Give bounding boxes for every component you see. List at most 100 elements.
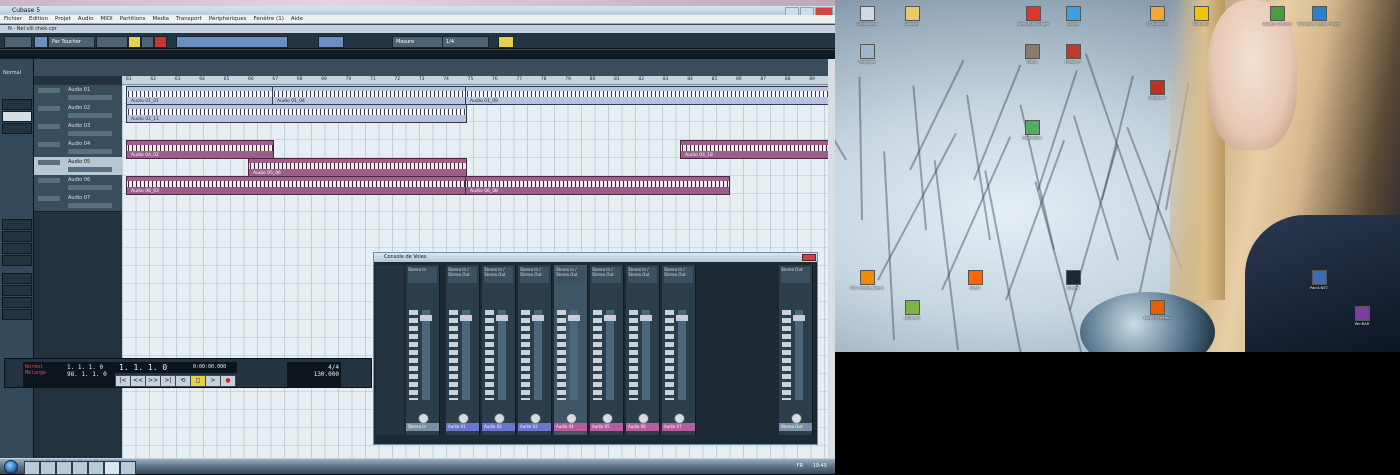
inspector-section-tab[interactable] <box>2 309 32 320</box>
volume-fader-track[interactable] <box>422 310 430 400</box>
color-tool-button[interactable] <box>498 36 514 48</box>
channel-routing[interactable]: Stereo In / Stereo Out <box>556 267 585 283</box>
menu-item[interactable]: Fenêtre (1) <box>254 15 284 23</box>
volume-fader-track[interactable] <box>642 310 650 400</box>
taskbar-app-icon[interactable] <box>72 461 88 475</box>
volume-fader-track[interactable] <box>795 310 803 400</box>
desktop-shortcut[interactable]: Cubase 5 <box>1135 80 1179 110</box>
desktop-shortcut[interactable]: Nero StartSmart <box>1011 6 1055 36</box>
view-buttons[interactable] <box>4 36 32 48</box>
volume-fader-handle[interactable] <box>640 315 652 321</box>
desktop-shortcut[interactable]: Winamp <box>1179 6 1223 36</box>
cycle-button[interactable] <box>128 36 141 48</box>
desktop-shortcut[interactable]: Picasa 3 <box>1051 44 1095 74</box>
volume-fader-handle[interactable] <box>496 315 508 321</box>
volume-fader-handle[interactable] <box>420 315 432 321</box>
channel-buttons[interactable] <box>782 310 791 400</box>
channel-routing[interactable]: Stereo In <box>408 267 437 283</box>
track-header[interactable]: Audio 04 <box>34 139 122 158</box>
desktop-shortcut[interactable]: Photofiltre <box>1010 120 1054 150</box>
vertical-scrollbar[interactable] <box>828 59 835 458</box>
track-mute-solo-buttons[interactable] <box>38 142 60 147</box>
tray-language[interactable]: FR <box>797 463 803 469</box>
track-name[interactable]: Audio 01 <box>68 87 90 93</box>
inspector-section-tab[interactable] <box>2 219 32 230</box>
channel-routing[interactable]: Stereo In / Stereo Out <box>448 267 477 283</box>
channel-buttons[interactable] <box>485 310 494 400</box>
desktop-shortcut[interactable]: Paint.NET <box>1297 270 1341 300</box>
channel-name[interactable]: Audio 07 <box>662 423 695 431</box>
inspector-section-tab[interactable] <box>2 243 32 254</box>
volume-fader-track[interactable] <box>678 310 686 400</box>
volume-fader-track[interactable] <box>570 310 578 400</box>
channel-name[interactable]: Audio 06 <box>626 423 659 431</box>
menu-item[interactable]: Partitions <box>120 15 146 23</box>
inspector-section-tab[interactable] <box>2 255 32 266</box>
channel-routing[interactable]: Stereo In / Stereo Out <box>592 267 621 283</box>
channel-buttons[interactable] <box>557 310 566 400</box>
channel-name[interactable]: Audio 01 <box>446 423 479 431</box>
position-display[interactable]: 1. 1. 1. 0 <box>115 362 191 373</box>
inspector-section-tab[interactable] <box>2 111 32 122</box>
menu-item[interactable]: Audio <box>78 15 94 23</box>
play-button[interactable]: > <box>205 375 221 387</box>
inspector-section-tab[interactable] <box>2 285 32 296</box>
track-header[interactable]: Audio 01 <box>34 85 122 104</box>
channel-name[interactable]: Audio 03 <box>518 423 551 431</box>
audio-event[interactable]: Audio 01_04 <box>272 86 467 105</box>
audio-event[interactable]: Audio 01_01 <box>126 86 274 105</box>
track-header[interactable]: Audio 05 <box>34 157 122 176</box>
channel-buttons[interactable] <box>629 310 638 400</box>
track-name[interactable]: Audio 03 <box>68 123 90 129</box>
audio-event[interactable]: Audio 06_03 <box>126 176 467 195</box>
stop-button[interactable]: ◻ <box>190 375 206 387</box>
channel-name[interactable]: Audio 05 <box>590 423 623 431</box>
volume-fader-handle[interactable] <box>676 315 688 321</box>
start-button[interactable] <box>4 460 18 474</box>
volume-fader-handle[interactable] <box>532 315 544 321</box>
quantize-select[interactable]: 1/4 <box>442 36 489 48</box>
automation-mode-icon[interactable] <box>34 36 48 48</box>
audio-event[interactable]: Audio 02_11 <box>126 104 467 123</box>
desktop-shortcut[interactable]: Ordinateur <box>845 6 889 36</box>
menu-item[interactable]: Projet <box>55 15 71 23</box>
track-header[interactable]: Audio 07 <box>34 193 122 212</box>
tool-buttons[interactable] <box>176 36 288 48</box>
track-name[interactable]: Audio 07 <box>68 195 90 201</box>
track-record-monitor-buttons[interactable] <box>68 203 112 208</box>
channel-name[interactable]: Audio 02 <box>482 423 515 431</box>
desktop-shortcut[interactable]: WinRAR <box>1340 306 1384 336</box>
audio-event[interactable]: Audio 04_02 <box>126 140 274 159</box>
transport-mini-buttons[interactable] <box>96 36 128 48</box>
audio-event[interactable]: Audio 05_06 <box>248 158 467 177</box>
track-name[interactable]: Audio 02 <box>68 105 90 111</box>
taskbar-explorer-icon[interactable] <box>40 461 56 475</box>
volume-fader-handle[interactable] <box>568 315 580 321</box>
channel-buttons[interactable] <box>409 310 418 400</box>
track-name[interactable]: Audio 05 <box>68 159 90 165</box>
track-record-monitor-buttons[interactable] <box>68 185 112 190</box>
desktop-shortcut[interactable]: Skype <box>1051 6 1095 36</box>
channel-buttons[interactable] <box>449 310 458 400</box>
volume-fader-track[interactable] <box>606 310 614 400</box>
go-to-start-button[interactable]: |< <box>115 375 131 387</box>
snap-button[interactable] <box>318 36 344 48</box>
track-record-monitor-buttons[interactable] <box>68 95 112 100</box>
grid-type-select[interactable]: Mesure <box>392 36 443 48</box>
record-button[interactable]: ● <box>220 375 236 387</box>
menu-item[interactable]: MIDI <box>100 15 112 23</box>
track-header[interactable]: Audio 02 <box>34 103 122 122</box>
channel-name[interactable]: Audio 04 <box>554 423 587 431</box>
desktop-shortcut[interactable]: Dossier <box>890 6 934 36</box>
locator-display[interactable]: 1. 1. 1. 0 98. 1. 1. 0 <box>65 362 115 388</box>
track-header[interactable]: Audio 03 <box>34 121 122 140</box>
taskbar-cubase-icon[interactable] <box>104 461 120 475</box>
cycle-toggle-button[interactable]: ⟲ <box>175 375 191 387</box>
play-mini-button[interactable] <box>141 36 154 48</box>
time-display[interactable]: 0:00:00.000 <box>191 362 237 373</box>
channel-routing[interactable]: Stereo In / Stereo Out <box>664 267 693 283</box>
tempo-display[interactable]: 4/4 130.000 <box>287 362 341 388</box>
desktop-shortcut[interactable]: FL Studio 9 <box>1135 6 1179 36</box>
track-record-monitor-buttons[interactable] <box>68 113 112 118</box>
desktop-shortcut[interactable]: Google Chrome <box>1255 6 1299 36</box>
